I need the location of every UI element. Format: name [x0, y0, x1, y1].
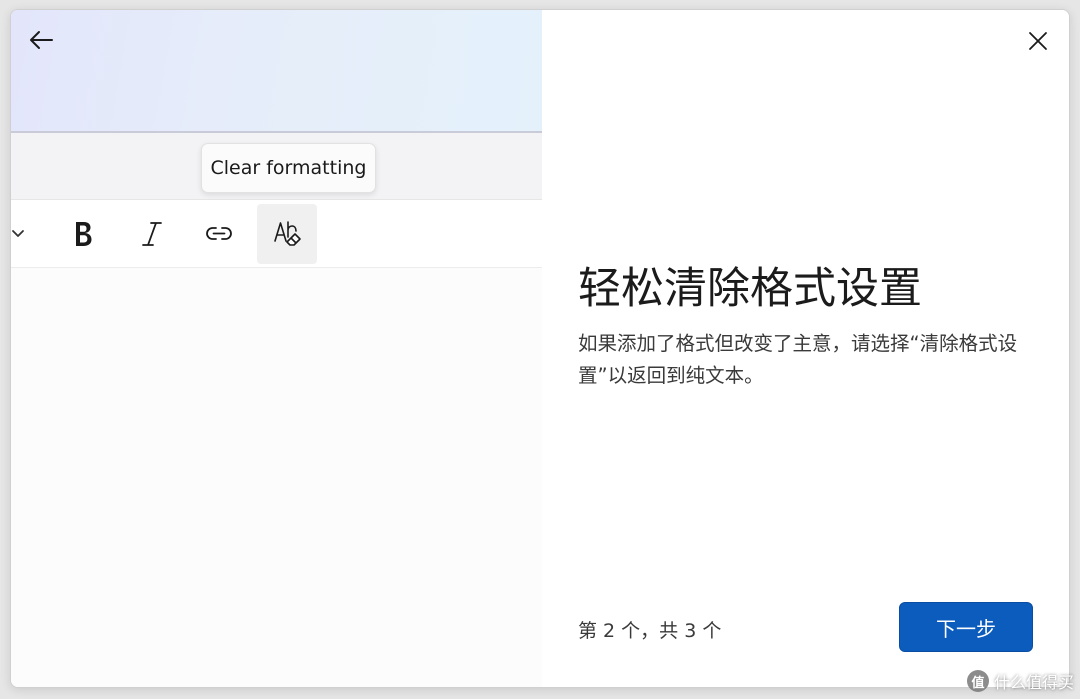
clear-formatting-icon	[274, 221, 301, 246]
chevron-down-icon	[12, 230, 24, 237]
clear-formatting-tooltip: Clear formatting	[201, 143, 376, 193]
link-icon	[206, 227, 232, 240]
clear-formatting-button[interactable]	[257, 204, 317, 264]
link-button[interactable]	[189, 204, 249, 264]
formatting-toolbar	[11, 200, 542, 268]
italic-button[interactable]	[121, 204, 181, 264]
bold-button[interactable]	[53, 204, 113, 264]
tips-dialog: Clear formatting 轻松清除格式设置 如果添加了格式但改变了主意，…	[10, 9, 1070, 688]
preview-header	[11, 10, 542, 132]
next-button[interactable]: 下一步	[899, 602, 1033, 652]
watermark: 值 什么值得买	[966, 669, 1074, 693]
page-title: 轻松清除格式设置	[578, 264, 922, 314]
preview-pane: Clear formatting	[11, 10, 542, 687]
bold-icon	[76, 222, 92, 246]
close-button[interactable]	[1021, 24, 1055, 58]
font-dropdown-button[interactable]	[11, 204, 49, 264]
arrow-left-icon	[30, 31, 53, 49]
watermark-text: 什么值得买	[993, 673, 1074, 692]
italic-icon	[142, 222, 162, 246]
description-text: 如果添加了格式但改变了主意，请选择“清除格式设置”以返回到纯文本。	[578, 332, 1018, 387]
close-icon	[1029, 32, 1047, 50]
step-counter: 第 2 个，共 3 个	[578, 620, 722, 642]
back-button[interactable]	[23, 24, 59, 56]
watermark-logo: 值	[966, 670, 989, 692]
info-pane: 轻松清除格式设置 如果添加了格式但改变了主意，请选择“清除格式设置”以返回到纯文…	[542, 10, 1069, 687]
